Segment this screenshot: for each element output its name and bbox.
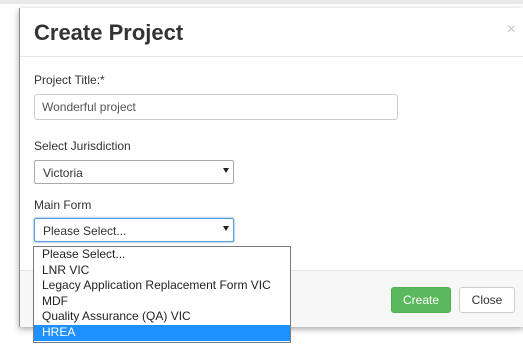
close-button[interactable]: Close <box>459 287 515 313</box>
close-icon[interactable]: × <box>507 22 516 38</box>
modal-header: Create Project × <box>20 8 523 57</box>
main-form-dropdown-list: Please Select... LNR VIC Legacy Applicat… <box>33 246 291 343</box>
dropdown-option-hrea[interactable]: HREA <box>34 324 290 341</box>
jurisdiction-select[interactable]: Victoria <box>34 160 234 184</box>
modal-title: Create Project <box>34 20 184 45</box>
create-button[interactable]: Create <box>391 287 451 313</box>
chevron-down-icon <box>223 168 229 173</box>
backdrop-strip <box>0 0 523 4</box>
main-form-select[interactable]: Please Select... <box>34 218 234 242</box>
project-title-input[interactable] <box>34 94 398 120</box>
jurisdiction-select-value: Victoria <box>43 166 83 180</box>
main-form-label: Main Form <box>34 198 92 212</box>
dropdown-option-please-select[interactable]: Please Select... <box>34 247 290 263</box>
main-form-select-value: Please Select... <box>43 224 127 238</box>
dropdown-option-legacy-application[interactable]: Legacy Application Replacement Form VIC <box>34 278 290 294</box>
dropdown-option-quality-assurance[interactable]: Quality Assurance (QA) VIC <box>34 309 290 325</box>
dropdown-option-mdf[interactable]: MDF <box>34 294 290 310</box>
jurisdiction-label: Select Jurisdiction <box>34 139 131 153</box>
dropdown-option-lnr-vic[interactable]: LNR VIC <box>34 263 290 279</box>
chevron-down-icon <box>223 226 229 231</box>
project-title-label: Project Title:* <box>34 73 105 87</box>
